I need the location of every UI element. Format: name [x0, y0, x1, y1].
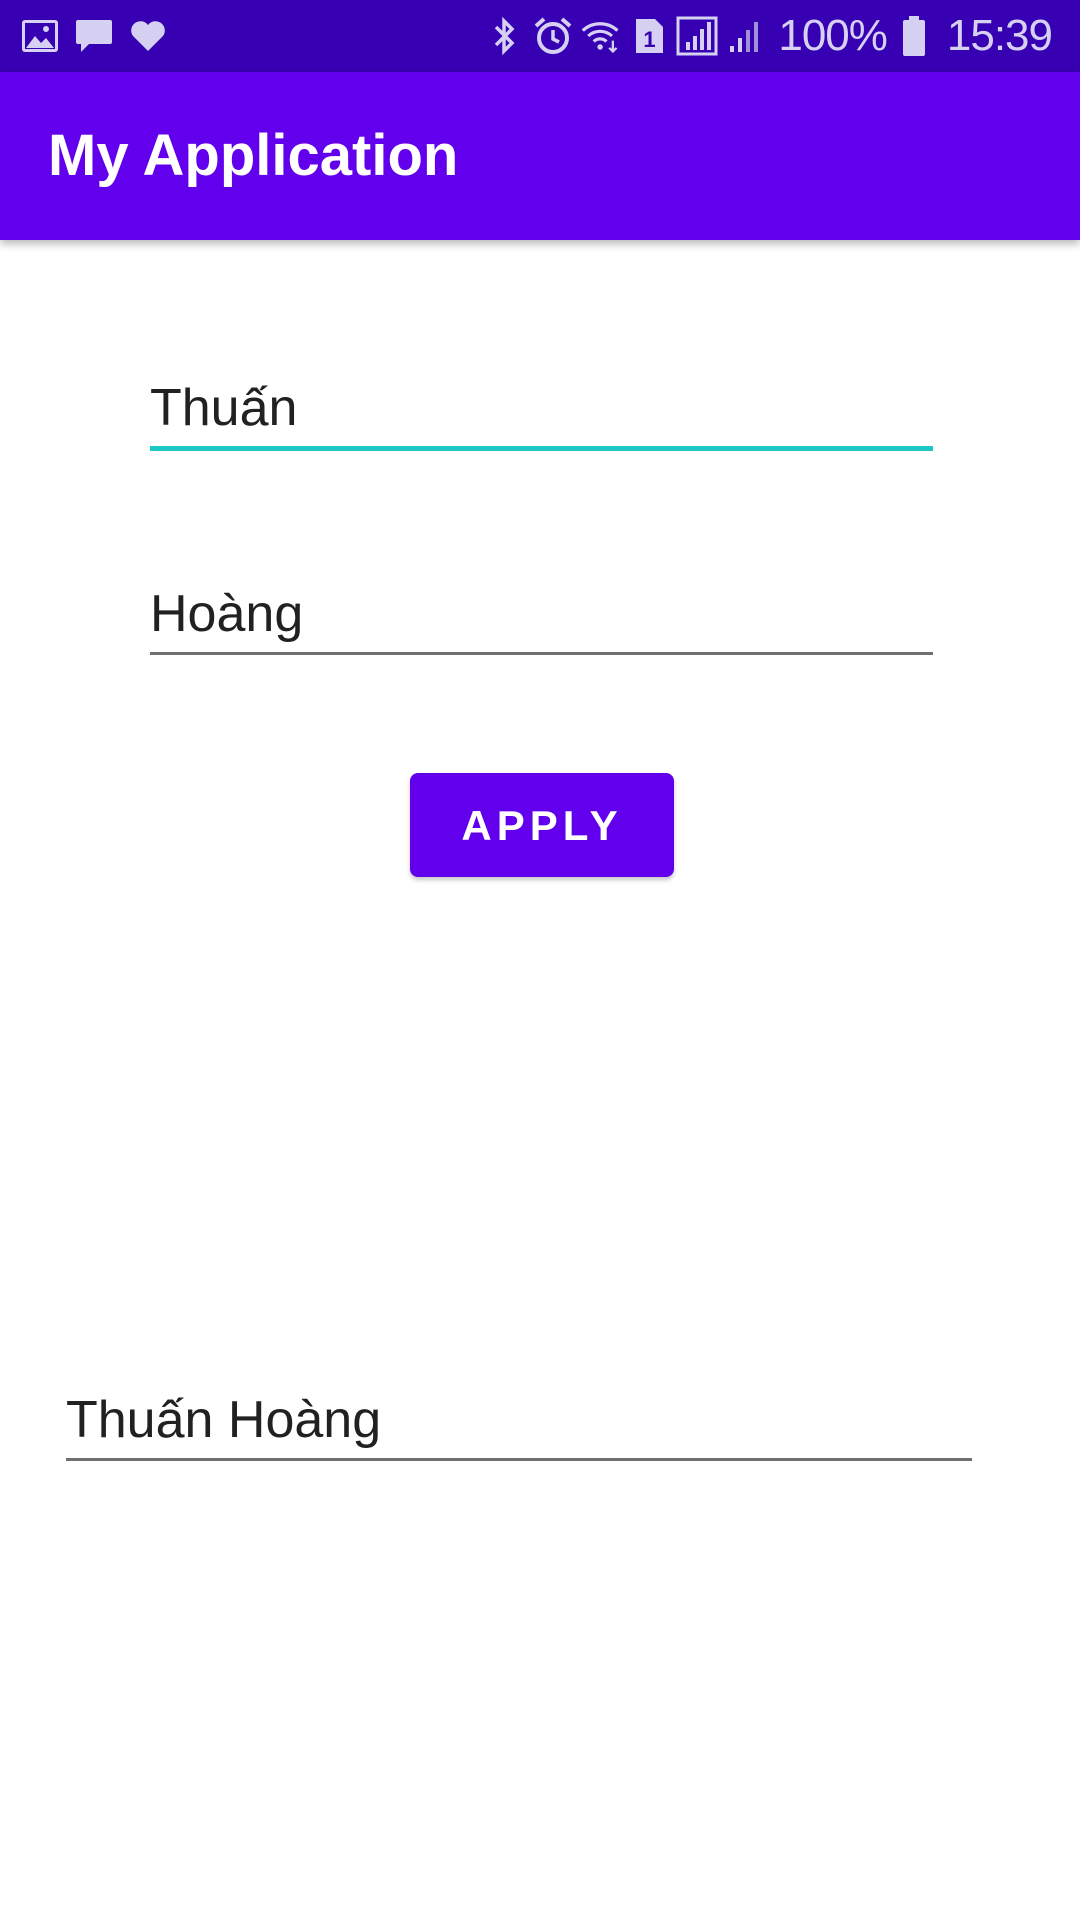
status-bar-right: 1 100% 15:39 — [484, 0, 1058, 72]
app-title: My Application — [48, 123, 459, 188]
battery-icon — [893, 14, 935, 58]
battery-percent: 100% — [778, 11, 888, 60]
wifi-icon — [580, 14, 622, 58]
image-icon — [18, 14, 62, 58]
sim-1-icon: 1 — [628, 14, 670, 58]
last-name-input[interactable] — [150, 584, 933, 655]
first-name-field[interactable] — [150, 378, 933, 451]
heart-icon — [126, 14, 170, 58]
status-bar-left — [18, 0, 180, 72]
status-bar: 1 100% 15:39 — [0, 0, 1080, 72]
svg-text:1: 1 — [644, 27, 656, 52]
bluetooth-icon — [484, 14, 526, 58]
signal-weak-icon — [724, 14, 766, 58]
signal-icon — [676, 14, 718, 58]
screen: 1 100% 15:39 My Application Thuấn Hoàng … — [0, 0, 1080, 1920]
result-text: Thuấn Hoàng — [66, 1390, 972, 1461]
chat-bubble-icon — [72, 14, 116, 58]
last-name-field[interactable] — [150, 584, 933, 655]
first-name-input[interactable] — [150, 378, 933, 451]
apply-button[interactable]: APPLY — [410, 773, 674, 877]
app-bar: My Application — [0, 72, 1080, 240]
status-time: 15:39 — [946, 11, 1053, 60]
alarm-icon — [532, 14, 574, 58]
